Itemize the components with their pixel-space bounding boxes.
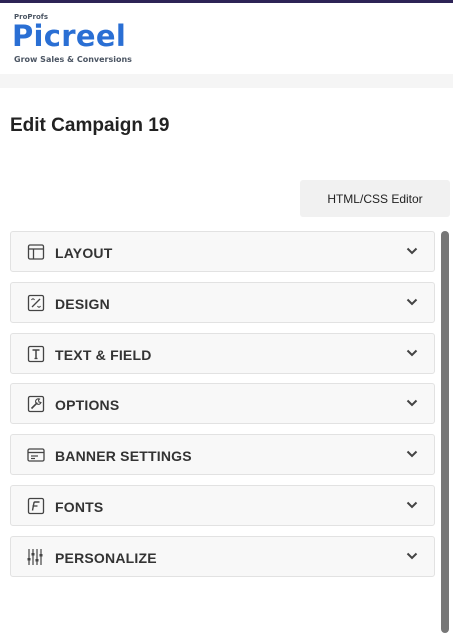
font-icon — [27, 497, 45, 515]
app-header: ProProfs Picreel Grow Sales & Conversion… — [0, 3, 453, 75]
header-divider-strip — [0, 74, 453, 88]
chevron-down-icon[interactable] — [406, 349, 418, 357]
page-title: Edit Campaign 19 — [10, 115, 170, 136]
panel-banner-settings[interactable]: BANNER SETTINGS — [10, 434, 435, 476]
chevron-down-icon[interactable] — [406, 247, 418, 255]
design-icon — [27, 294, 45, 311]
panel-label: OPTIONS — [55, 397, 120, 414]
panel-layout[interactable]: LAYOUT — [10, 231, 435, 272]
scrollbar[interactable] — [441, 231, 449, 633]
layout-icon — [27, 244, 45, 260]
panel-label: BANNER SETTINGS — [55, 448, 192, 465]
panel-options[interactable]: OPTIONS — [10, 383, 435, 425]
html-css-editor-button[interactable]: HTML/CSS Editor — [300, 180, 450, 217]
panel-label: LAYOUT — [55, 245, 113, 261]
panel-label: FONTS — [55, 498, 104, 515]
banner-icon — [27, 448, 45, 462]
sliders-icon — [27, 548, 43, 565]
chevron-down-icon[interactable] — [406, 552, 418, 560]
chevron-down-icon[interactable] — [406, 450, 418, 458]
panel-fonts[interactable]: FONTS — [10, 484, 435, 526]
chevron-down-icon[interactable] — [406, 501, 418, 509]
panel-design[interactable]: DESIGN — [10, 281, 435, 323]
wrench-icon — [27, 396, 45, 413]
panel-label: TEXT & FIELD — [55, 346, 152, 363]
panel-personalize[interactable]: PERSONALIZE — [10, 535, 435, 577]
text-icon — [27, 345, 45, 362]
settings-accordion: LAYOUT DESIGN TEXT & FIELD OPTIONS BANNE… — [10, 231, 435, 587]
logo-name: Picreel — [12, 19, 127, 53]
chevron-down-icon[interactable] — [406, 298, 418, 306]
panel-label: DESIGN — [55, 295, 110, 312]
panel-label: PERSONALIZE — [55, 549, 157, 566]
logo-tagline: Grow Sales & Conversions — [14, 55, 132, 64]
panel-text-and-field[interactable]: TEXT & FIELD — [10, 332, 435, 374]
chevron-down-icon[interactable] — [406, 399, 418, 407]
